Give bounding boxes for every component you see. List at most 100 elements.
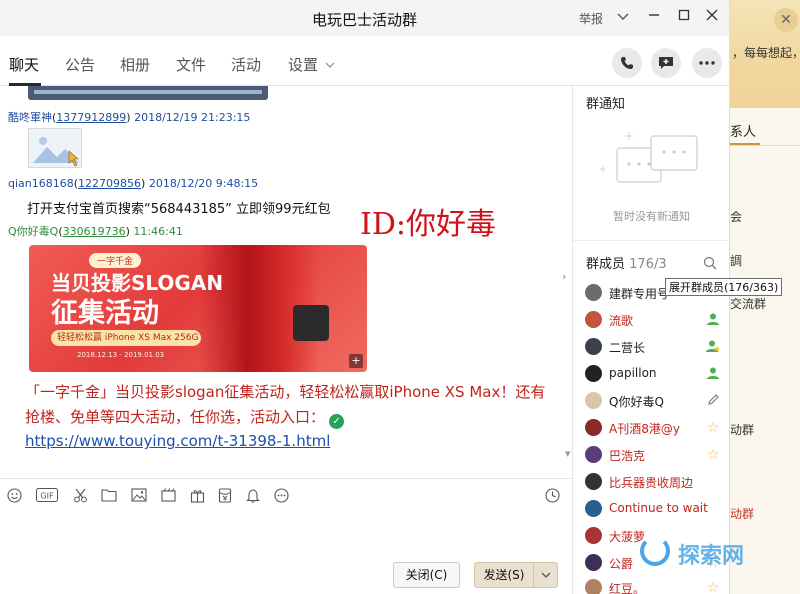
- sender-qq-link[interactable]: 330619736: [63, 225, 126, 238]
- dropdown-icon[interactable]: [613, 8, 633, 28]
- minimize-icon[interactable]: [644, 8, 664, 28]
- folder-icon[interactable]: [101, 487, 117, 503]
- scroll-down-icon[interactable]: ▼: [565, 450, 570, 458]
- add-app-button[interactable]: [651, 48, 681, 78]
- member-item[interactable]: 巴浩克 ☆: [585, 445, 725, 465]
- tab-chat[interactable]: 聊天: [9, 54, 39, 75]
- phone-call-button[interactable]: [612, 48, 642, 78]
- empty-notice-illustration: [600, 132, 698, 183]
- background-tab-underline: [730, 143, 760, 145]
- sender-qq-link[interactable]: 1377912899: [56, 111, 126, 124]
- group-chat-window: 电玩巴士活动群 举报 聊天 公告 相册 文件 活动 设置 酷咚軍神(137791…: [0, 0, 783, 594]
- promo-image[interactable]: 一字千金 当贝投影SLOGAN 征集活动 轻轻松松赢 iPhone XS Max…: [29, 245, 367, 372]
- previous-image-thumbnail[interactable]: [28, 86, 268, 100]
- background-close-icon[interactable]: ✕: [774, 8, 798, 32]
- title-bar[interactable]: 电玩巴士活动群 举报: [0, 0, 729, 36]
- edit-pencil-icon[interactable]: [705, 393, 721, 409]
- background-tab-label: 系人: [730, 125, 757, 140]
- send-button[interactable]: 发送(S): [474, 562, 534, 588]
- member-name: 建群专用号: [609, 287, 670, 301]
- background-tab[interactable]: 系人: [730, 112, 800, 146]
- message-header: 酷咚軍神(1377912899) 2018/12/19 21:23:15: [8, 111, 251, 124]
- background-row[interactable]: 調: [730, 252, 742, 269]
- member-item[interactable]: 二营长: [585, 337, 725, 357]
- gift-icon[interactable]: [189, 487, 205, 503]
- background-banner-text: ，每每想起，: [732, 46, 800, 60]
- settings-chevron-icon[interactable]: [325, 58, 335, 72]
- member-search-icon[interactable]: [703, 256, 717, 273]
- members-count: 176/3: [629, 257, 667, 272]
- notice-empty-text: 暂时没有新通知: [613, 210, 690, 223]
- background-row[interactable]: 会: [730, 208, 742, 225]
- sender-nickname[interactable]: 酷咚軍神: [8, 111, 52, 124]
- bell-icon[interactable]: [245, 487, 261, 503]
- tab-activity[interactable]: 活动: [231, 54, 261, 75]
- red-packet-icon[interactable]: [217, 487, 233, 503]
- avatar: [585, 554, 602, 571]
- activity-link[interactable]: https://www.touying.com/t-31398-1.html: [25, 432, 330, 450]
- member-name: Q你好毒Q: [609, 395, 664, 409]
- expand-members-tooltip: 展开群成员(176/363): [665, 278, 783, 296]
- member-item[interactable]: 红豆。 ☆: [585, 578, 725, 594]
- close-icon[interactable]: [702, 8, 722, 28]
- svg-text:GIF: GIF: [40, 492, 54, 501]
- avatar: [585, 311, 602, 328]
- picture-icon[interactable]: [131, 487, 147, 503]
- avatar: [585, 500, 602, 517]
- avatar: [585, 392, 602, 409]
- background-row[interactable]: 交流群: [730, 295, 766, 312]
- tab-files[interactable]: 文件: [176, 54, 206, 75]
- screenshot-scissors-icon[interactable]: [72, 487, 88, 503]
- star-icon: ☆: [706, 420, 720, 436]
- report-button[interactable]: 举报: [579, 10, 603, 27]
- gif-icon[interactable]: GIF: [36, 487, 58, 503]
- avatar: [585, 338, 602, 355]
- avatar: [585, 473, 602, 490]
- chevron-down-icon: [541, 572, 550, 578]
- more-dots-icon: [699, 61, 715, 65]
- member-item[interactable]: Continue to wait: [585, 499, 725, 519]
- group-side-panel: 群通知 暂时没有新通知 群成员 176/3 展开群成员(176/363) 建群专…: [572, 86, 783, 594]
- tab-settings[interactable]: 设置: [288, 54, 318, 75]
- member-name: 巴浩克: [609, 449, 646, 463]
- member-name: 红豆。: [609, 582, 646, 594]
- star-icon: ☆: [706, 580, 720, 594]
- screen: ，每每想起， ✕ 系人 会 調 交流群 动群 动群 电玩巴士活动群 举报 聊天 …: [0, 0, 800, 594]
- tab-announcement[interactable]: 公告: [65, 54, 95, 75]
- more-tools-icon[interactable]: [273, 487, 289, 503]
- image-placeholder[interactable]: [28, 128, 82, 168]
- red-message-line2-wrap: 抢楼、免单等四大活动，任你选，活动入口： ✓: [25, 406, 345, 429]
- background-row[interactable]: 动群: [730, 421, 754, 438]
- phone-icon: [621, 57, 633, 69]
- avatar: [585, 419, 602, 436]
- emoji-icon[interactable]: [6, 487, 22, 503]
- video-icon[interactable]: [160, 487, 176, 503]
- sender-nickname[interactable]: Q你好毒Q: [8, 225, 58, 238]
- message-time: 11:46:41: [133, 225, 183, 238]
- history-clock-icon[interactable]: [544, 487, 560, 503]
- tab-album[interactable]: 相册: [120, 54, 150, 75]
- sender-qq-link[interactable]: 122709856: [78, 177, 141, 190]
- maximize-icon[interactable]: [674, 8, 694, 28]
- member-name: 公爵: [609, 557, 634, 571]
- background-row[interactable]: 动群: [730, 505, 754, 522]
- member-item[interactable]: 流歌: [585, 310, 725, 330]
- send-options-button[interactable]: [533, 562, 558, 588]
- promo-line3: 轻轻松松赢 iPhone XS Max 256G: [51, 330, 201, 346]
- background-banner: ，每每想起， ✕: [730, 0, 800, 108]
- member-name: 流歌: [609, 314, 634, 328]
- promo-line2: 征集活动: [51, 298, 159, 329]
- members-title: 群成员 176/3: [586, 253, 667, 272]
- chat-message-area[interactable]: 酷咚軍神(1377912899) 2018/12/19 21:23:15 qia…: [0, 86, 572, 478]
- input-toolbar: GIF: [0, 478, 572, 510]
- expand-image-icon[interactable]: +: [349, 354, 363, 368]
- sender-nickname[interactable]: qian168168: [8, 177, 74, 190]
- message-header: Q你好毒Q(330619736) 11:46:41: [8, 225, 183, 238]
- promo-date: 2018.12.13 - 2019.01.03: [77, 351, 165, 359]
- close-button[interactable]: 关闭(C): [393, 562, 460, 588]
- member-item[interactable]: A刊酒8港@y ☆: [585, 418, 725, 438]
- member-item[interactable]: papillon: [585, 364, 725, 384]
- member-item[interactable]: Q你好毒Q: [585, 391, 725, 411]
- member-item[interactable]: 比兵器贵收周边: [585, 472, 725, 492]
- more-button[interactable]: [692, 48, 722, 78]
